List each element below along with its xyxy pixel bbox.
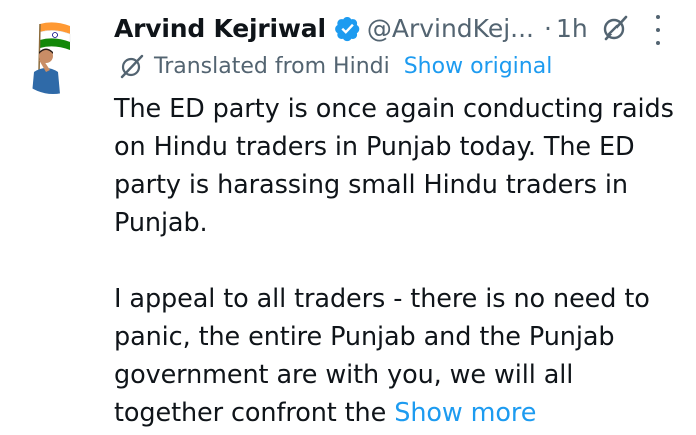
tweet-paragraph: I appeal to all traders - there is no ne… [114,280,686,432]
separator-dot: · [544,13,552,43]
tweet-timestamp[interactable]: 1h [556,14,588,43]
translation-label: Translated from Hindi [154,53,390,79]
tweet-header: Arvind Kejriwal @ArvindKej... · 1h [114,8,676,48]
translation-row: Translated from Hindi Show original [118,52,552,80]
show-more-link[interactable]: Show more [394,398,536,428]
author-name[interactable]: Arvind Kejriwal [114,14,326,43]
verified-badge-icon [334,15,361,42]
tweet-text: The ED party is once again conducting ra… [114,90,686,432]
show-original-link[interactable]: Show original [404,54,553,79]
author-handle[interactable]: @ArvindKej... [367,14,534,43]
translate-icon [118,52,146,80]
tweet-paragraph-text: I appeal to all traders - there is no ne… [114,284,650,428]
grok-icon[interactable] [600,13,630,43]
tweet-paragraph: The ED party is once again conducting ra… [114,94,674,238]
more-options-icon[interactable] [651,15,665,45]
avatar[interactable] [12,12,94,94]
